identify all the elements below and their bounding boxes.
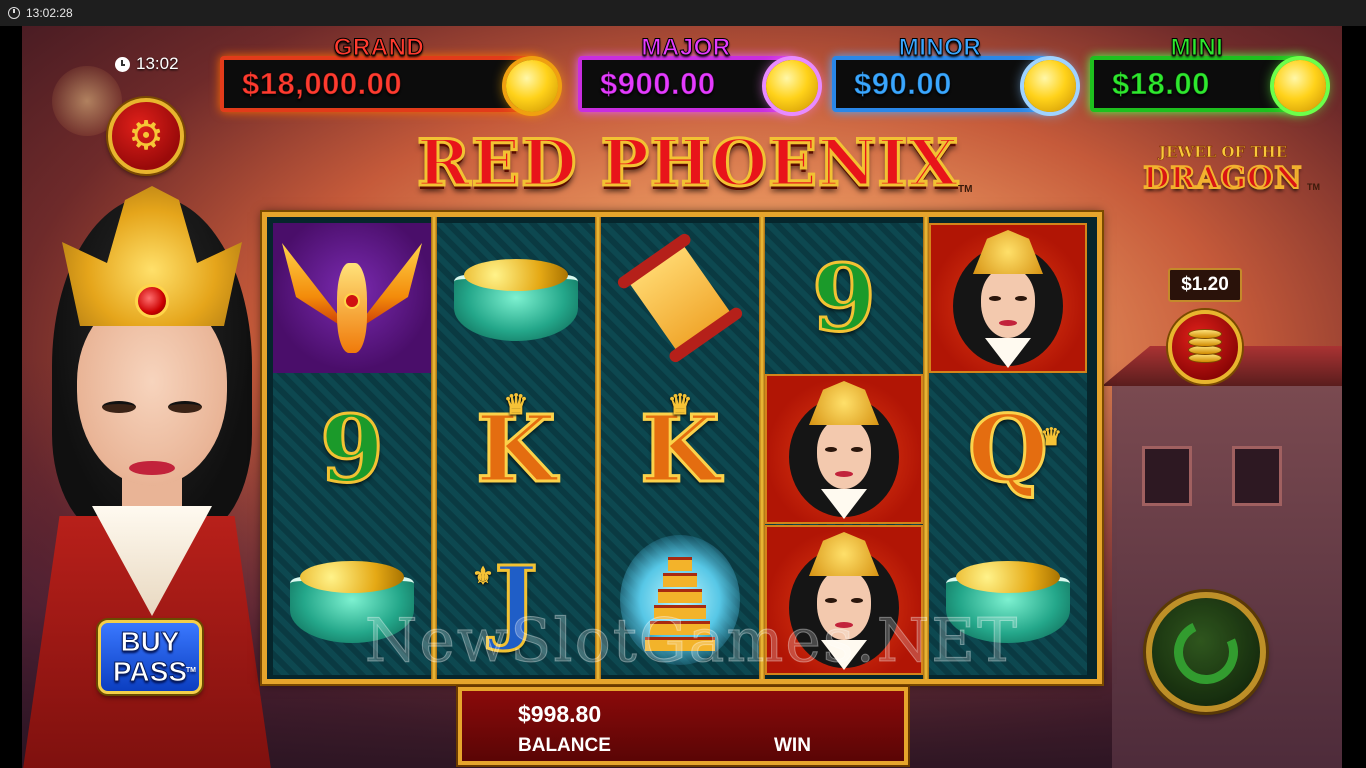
balance-label: BALANCE: [518, 735, 611, 756]
crown-icon: ♛: [503, 388, 529, 421]
symbol-gold-bowl: [929, 525, 1087, 675]
symbol-k: ♛ K: [475, 388, 558, 503]
jackpot-minor: $90.00 MINOR: [832, 34, 1076, 112]
phoenix-icon: [282, 233, 422, 363]
jackpot-minor-amount: $90.00: [854, 66, 952, 102]
game-clock-time: 13:02: [136, 54, 179, 73]
reel-4: 9: [765, 223, 923, 675]
buy-pass-line1: BUY: [120, 626, 180, 657]
symbol-q: ♛ Q: [966, 395, 1063, 503]
empress-icon: [779, 530, 909, 670]
jackpot-major-amount: $900.00: [600, 66, 716, 102]
clock-icon: [115, 56, 130, 72]
jackpot-mini-label: MINI: [1170, 34, 1224, 62]
reel-2: ♛ K ⚜ J: [437, 223, 595, 675]
jackpot-coin-icon: [766, 60, 818, 112]
jackpot-grand-label: GRAND: [333, 34, 425, 62]
jackpot-mini: $18.00 MINI: [1090, 34, 1326, 112]
jewel-logo-trademark: TM: [1307, 182, 1320, 192]
game-title-logo: RED PHOENIX: [416, 125, 960, 203]
jackpot-grand: $18,000.00 GRAND: [220, 34, 558, 112]
os-time: 13:02:28: [26, 6, 73, 20]
symbol-empress: [765, 525, 923, 675]
bet-button[interactable]: [1168, 310, 1242, 384]
jackpot-minor-label: MINOR: [898, 34, 982, 62]
clock-icon: [8, 7, 20, 19]
gold-bowl-icon: [946, 555, 1070, 645]
crown-icon: ♛: [667, 388, 693, 421]
crown-icon: ♛: [1040, 422, 1063, 451]
scroll-icon: [603, 221, 756, 374]
symbol-empress: [765, 374, 923, 524]
jewel-logo-title: DRAGON: [1142, 160, 1303, 197]
pagoda-icon: [620, 535, 740, 665]
symbol-empress: [929, 223, 1087, 373]
game-viewport[interactable]: 13:02 ⚙ $18,000.00 GRAND $900.00 MAJOR $…: [22, 26, 1342, 768]
settings-button[interactable]: ⚙: [108, 98, 184, 174]
reel-1: 9: [273, 223, 431, 675]
gold-bowl-icon: [290, 555, 414, 645]
coin-stack-icon: [1188, 329, 1222, 365]
reel-5: ♛ Q: [929, 223, 1087, 675]
reel-grid: 9 ♛ K ⚜ J ♛ K 9 ♛ Q: [262, 212, 1102, 684]
symbol-k: ♛ K: [639, 388, 722, 503]
symbol-scroll: [601, 223, 759, 373]
symbol-phoenix: [273, 223, 431, 373]
symbol-gold-bowl: [437, 223, 595, 373]
buy-pass-trademark: TM: [185, 667, 196, 674]
bet-amount: $1.20: [1168, 268, 1242, 302]
jewel-of-the-dragon-logo: JEWEL OF THE DRAGON TM: [1118, 136, 1328, 236]
os-title-bar: 13:02:28: [0, 0, 1366, 26]
spin-button[interactable]: [1146, 592, 1266, 712]
fleur-de-lis-icon: ⚜: [472, 561, 494, 590]
symbol-9: 9: [318, 395, 385, 503]
jackpot-grand-amount: $18,000.00: [241, 66, 403, 102]
jackpot-coin-icon: [1274, 60, 1326, 112]
title-trademark: TM: [958, 184, 973, 195]
symbol-9: 9: [810, 244, 877, 352]
buy-pass-line2: PASS: [112, 656, 188, 687]
symbol-pagoda: [601, 525, 759, 675]
game-clock: 13:02: [115, 54, 179, 74]
jackpot-coin-icon: [506, 60, 558, 112]
jackpot-coin-icon: [1024, 60, 1076, 112]
jackpot-major: $900.00 MAJOR: [578, 34, 818, 112]
gold-bowl-icon: [454, 253, 578, 343]
spin-arrow-icon: [1164, 610, 1248, 694]
gear-icon: ⚙: [128, 114, 164, 158]
symbol-j: ⚜ J: [472, 546, 539, 654]
balance-panel: $998.80 BALANCE WIN: [458, 687, 908, 765]
empress-icon: [943, 228, 1073, 368]
reel-3: ♛ K: [601, 223, 759, 675]
balance-amount: $998.80: [518, 701, 602, 727]
empress-icon: [779, 379, 909, 519]
buy-pass-button[interactable]: BUY PASS TM: [98, 620, 202, 694]
win-label: WIN: [774, 735, 811, 756]
symbol-gold-bowl: [273, 525, 431, 675]
jackpot-mini-amount: $18.00: [1112, 66, 1210, 102]
jewel-logo-subtitle: JEWEL OF THE: [1158, 143, 1288, 161]
jackpot-major-label: MAJOR: [641, 34, 731, 62]
